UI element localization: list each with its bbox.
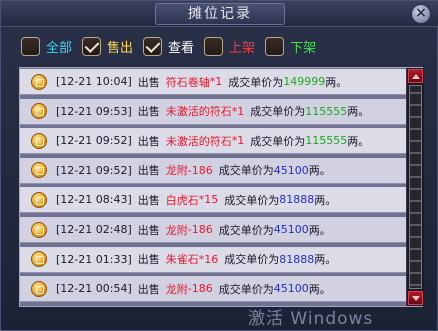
scroll-up-arrow-icon[interactable]	[408, 69, 423, 83]
coin-icon	[31, 162, 47, 179]
scroll-thumb[interactable]	[409, 85, 422, 289]
record-item-name: 未激活的符石	[165, 105, 232, 119]
filter-all[interactable]: 全部	[21, 34, 72, 58]
record-time: [12-21 08:43]	[56, 193, 132, 207]
filter-bar: 全部 售出 查看 上架 下架	[21, 34, 421, 58]
window-title: 摊位记录	[155, 3, 285, 25]
filter-sold[interactable]: 售出	[82, 34, 133, 58]
record-quantity: -186	[187, 163, 213, 177]
record-price: 45100	[273, 223, 309, 236]
record-time: [12-21 09:52]	[56, 163, 132, 177]
stall-record-window: 摊位记录 × 全部 售出 查看 上架 下架 [12-21 10:04] 出售 符石卷…	[0, 0, 438, 331]
record-item-name: 符石卷轴	[165, 75, 210, 89]
filter-listed-checkbox[interactable]	[204, 36, 224, 56]
record-row[interactable]: [12-21 09:52] 出售 龙附 -186 成交单价为 45100 两。	[20, 157, 406, 184]
record-action: 出售	[137, 75, 160, 89]
record-price-label: 成交单价为	[250, 134, 306, 148]
record-action: 出售	[137, 223, 160, 237]
coin-icon	[31, 103, 47, 120]
record-row[interactable]: [12-21 00:54] 出售 龙附 -186 成交单价为 45100 两。	[20, 276, 406, 303]
record-quantity: *1	[231, 104, 245, 118]
record-item-name: 白虎石	[165, 193, 199, 207]
record-item-name: 龙附	[165, 282, 188, 296]
scroll-down-arrow-icon[interactable]	[408, 291, 423, 305]
record-time: [12-21 02:48]	[56, 223, 132, 236]
record-price: 115555	[305, 134, 348, 148]
filter-listed-label: 上架	[229, 40, 256, 56]
scrollbar[interactable]	[406, 68, 424, 306]
coin-icon	[31, 221, 47, 238]
record-unit: 两。	[308, 282, 331, 296]
close-button[interactable]: ×	[411, 4, 431, 24]
record-action: 出售	[137, 134, 160, 148]
record-item-name: 龙附	[165, 223, 188, 237]
filter-view-checkbox[interactable]	[143, 36, 163, 56]
record-row[interactable]: [12-21 10:04] 出售 符石卷轴 *1 成交单价为 149999 两。	[20, 69, 406, 95]
record-quantity: -186	[187, 282, 213, 296]
record-list[interactable]: [12-21 10:04] 出售 符石卷轴 *1 成交单价为 149999 两。 [12-21…	[19, 67, 424, 307]
record-time: [12-21 09:53]	[56, 104, 132, 118]
record-price-label: 成交单价为	[228, 75, 284, 89]
record-action: 出售	[137, 105, 160, 119]
record-quantity: *15	[198, 193, 219, 207]
record-unit: 两。	[314, 193, 337, 207]
record-price-label: 成交单价为	[218, 223, 274, 237]
coin-icon	[31, 280, 47, 297]
record-time: [12-21 01:33]	[56, 252, 132, 266]
record-quantity: *16	[198, 252, 219, 266]
filter-all-label: 全部	[46, 40, 73, 56]
record-quantity: *1	[231, 134, 245, 148]
filter-listed[interactable]: 上架	[204, 34, 255, 58]
record-price: 149999	[283, 75, 326, 88]
coin-icon	[31, 251, 47, 268]
coin-icon	[31, 73, 47, 90]
record-price-label: 成交单价为	[218, 164, 274, 178]
record-item-name: 朱雀石	[165, 253, 199, 267]
record-item-name: 未激活的符石	[165, 134, 232, 148]
record-row[interactable]: [12-21 01:33] 出售 朱雀石 *16 成交单价为 81888 两。	[20, 246, 406, 273]
record-price-label: 成交单价为	[218, 282, 274, 296]
coin-icon	[31, 132, 47, 149]
record-row[interactable]: [12-21 09:53] 出售 未激活的符石 *1 成交单价为 115555 两。	[20, 98, 406, 125]
record-row[interactable]: [12-21 02:48] 出售 龙附 -186 成交单价为 45100 两。	[20, 217, 406, 243]
coin-icon	[31, 191, 47, 208]
activation-watermark: 激活 Windows	[248, 309, 374, 329]
record-unit: 两。	[314, 253, 337, 267]
record-price: 81888	[279, 252, 315, 266]
record-unit: 两。	[325, 75, 348, 89]
record-item-name: 龙附	[165, 164, 188, 178]
filter-sold-label: 售出	[107, 40, 134, 56]
record-row[interactable]: [12-21 08:43] 出售 白虎石 *15 成交单价为 81888 两。	[20, 187, 406, 214]
record-price-label: 成交单价为	[224, 193, 280, 207]
record-quantity: -186	[187, 223, 213, 236]
record-price: 45100	[273, 163, 309, 177]
record-price: 81888	[279, 193, 315, 207]
record-action: 出售	[137, 193, 160, 207]
record-action: 出售	[137, 253, 160, 267]
filter-view-label: 查看	[168, 40, 195, 56]
record-time: [12-21 10:04]	[56, 75, 132, 88]
filter-delisted-label: 下架	[290, 40, 317, 56]
record-price: 115555	[305, 104, 348, 118]
filter-sold-checkbox[interactable]	[82, 36, 102, 56]
record-row[interactable]: [12-21 09:52] 出售 未激活的符石 *1 成交单价为 115555 两。	[20, 128, 406, 155]
record-unit: 两。	[308, 164, 331, 178]
record-unit: 两。	[347, 134, 370, 148]
filter-view[interactable]: 查看	[143, 34, 194, 58]
record-unit: 两。	[308, 223, 331, 237]
filter-delisted-checkbox[interactable]	[265, 36, 285, 56]
record-price-label: 成交单价为	[250, 105, 306, 119]
record-price-label: 成交单价为	[224, 253, 280, 267]
record-quantity: *1	[209, 75, 223, 88]
record-action: 出售	[137, 282, 160, 296]
title-bar[interactable]: 摊位记录 ×	[1, 1, 438, 27]
record-time: [12-21 00:54]	[56, 282, 132, 296]
filter-all-checkbox[interactable]	[21, 36, 40, 56]
record-unit: 两。	[347, 105, 370, 119]
record-action: 出售	[137, 164, 160, 178]
record-time: [12-21 09:52]	[56, 134, 132, 148]
record-price: 45100	[273, 282, 309, 296]
filter-delisted[interactable]: 下架	[265, 34, 316, 58]
